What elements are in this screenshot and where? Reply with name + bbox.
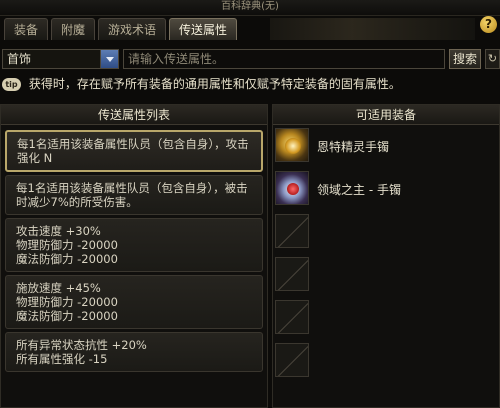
tab-game-terms[interactable]: 游戏术语 [98,18,167,40]
equipment-name: 领域之主 - 手镯 [317,183,401,197]
chevron-down-icon[interactable] [100,50,118,68]
attribute-item[interactable]: 每1名适用该装备属性队员（包含自身），被击时减少7%的所受伤害。 [5,175,263,215]
tip-badge: tip [2,78,21,91]
empty-slot-icon [275,214,309,248]
window-title: 百科辞典(无) [221,1,279,12]
search-input[interactable] [123,49,445,69]
equipment-row [275,214,499,252]
attribute-text: 每1名适用该装备属性队员（包含自身），被击时减少7%的所受伤害。 [16,181,248,209]
tab-transfer-attributes[interactable]: 传送属性 [169,18,238,40]
equipment-row [275,343,499,381]
equipment-panel: 可适用装备 恩特精灵手镯 领域之主 - 手镯 [272,104,500,408]
equipment-row[interactable]: 恩特精灵手镯 [275,128,499,166]
attribute-item[interactable]: 所有异常状态抗性 +20% 所有属性强化 -15 [5,332,263,372]
filter-row: 首饰 搜索 ↻ [0,49,500,71]
tab-equipment[interactable]: 装备 [4,18,49,40]
equipment-name: 恩特精灵手镯 [317,140,390,154]
equipment-row[interactable]: 领域之主 - 手镯 [275,171,499,209]
domain-lord-bracelet-icon[interactable] [275,171,309,205]
attribute-text: 魔法防御力 -20000 [16,252,118,266]
attribute-list-panel: 传送属性列表 每1名适用该装备属性队员（包含自身），攻击强化 N 每1名适用该装… [0,104,268,408]
equipment-header: 可适用装备 [273,105,499,125]
empty-slot-icon [275,257,309,291]
empty-slot-icon [275,300,309,334]
attribute-text: 物理防御力 -20000 [16,295,118,309]
tab-enchant[interactable]: 附魔 [51,18,96,40]
equipment-row [275,257,499,295]
attribute-item[interactable]: 施放速度 +45% 物理防御力 -20000 魔法防御力 -20000 [5,275,263,329]
attribute-list: 每1名适用该装备属性队员（包含自身），攻击强化 N 每1名适用该装备属性队员（包… [5,130,265,375]
equipment-list: 恩特精灵手镯 领域之主 - 手镯 [275,128,499,386]
attribute-text: 魔法防御力 -20000 [16,309,118,323]
attribute-item[interactable]: 每1名适用该装备属性队员（包含自身），攻击强化 N [5,130,263,172]
category-select-value: 首饰 [7,52,32,66]
attribute-item[interactable]: 攻击速度 +30% 物理防御力 -20000 魔法防御力 -20000 [5,218,263,272]
equipment-row [275,300,499,338]
attribute-text: 每1名适用该装备属性队员（包含自身），攻击强化 N [17,137,249,165]
window-title-bar: 百科辞典(无) [0,0,500,16]
attribute-text: 所有属性强化 -15 [16,352,108,366]
search-button[interactable]: 搜索 [449,49,481,69]
tab-bar: 装备 附魔 游戏术语 传送属性 [4,18,240,40]
attribute-text: 物理防御力 -20000 [16,238,118,252]
attribute-text: 施放速度 +45% [16,281,101,295]
refresh-icon[interactable]: ↻ [485,49,500,69]
header-decoration [270,18,475,40]
attribute-text: 所有异常状态抗性 +20% [16,338,147,352]
notice-text: 获得时，存在赋予所有装备的通用属性和仅赋予特定装备的固有属性。 [28,77,401,91]
notice-bar: tip 获得时，存在赋予所有装备的通用属性和仅赋予特定装备的固有属性。 [2,76,498,94]
empty-slot-icon [275,343,309,377]
attribute-list-header: 传送属性列表 [1,105,267,125]
help-button[interactable]: ? [480,16,497,33]
category-select[interactable]: 首饰 [2,49,119,69]
attribute-text: 攻击速度 +30% [16,224,101,238]
golden-bracelet-icon[interactable] [275,128,309,162]
